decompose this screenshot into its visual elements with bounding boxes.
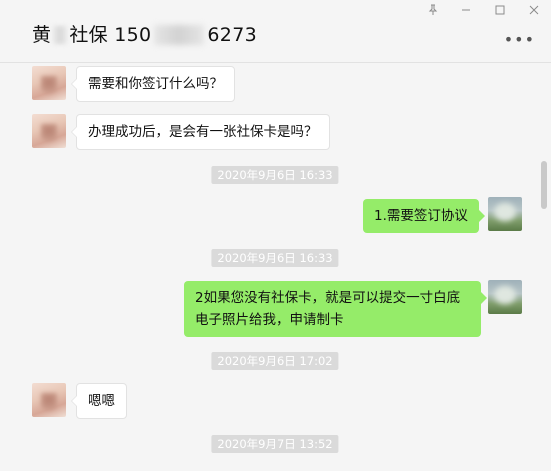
contact-avatar[interactable]: [32, 383, 66, 417]
incoming-message-bubble[interactable]: 嗯嗯: [71, 383, 127, 419]
redacted-blur: [154, 25, 205, 45]
chat-title: 黄社保 150 6273: [32, 20, 257, 47]
contact-avatar[interactable]: [32, 114, 66, 148]
message-timestamp: 2020年9月6日 16:33: [211, 166, 339, 184]
more-options-icon[interactable]: •••: [504, 30, 535, 49]
minimize-icon[interactable]: [449, 0, 483, 20]
close-icon[interactable]: [517, 0, 551, 20]
my-avatar[interactable]: [488, 197, 522, 231]
message-timestamp: 2020年9月7日 13:52: [211, 435, 339, 453]
message-timestamp: 2020年9月6日 16:33: [211, 249, 339, 267]
outgoing-message-bubble[interactable]: 1.需要签订协议: [363, 199, 485, 233]
chat-title-suffix: 6273: [207, 24, 257, 46]
maximize-icon[interactable]: [483, 0, 517, 20]
message-timestamp: 2020年9月6日 17:02: [211, 352, 339, 370]
redacted-blur: [53, 26, 68, 44]
title-bar: 黄社保 150 6273 •••: [0, 0, 551, 63]
my-avatar[interactable]: [488, 280, 522, 314]
scrollbar-thumb[interactable]: [541, 161, 547, 209]
outgoing-message-bubble[interactable]: 2如果您没有社保卡，就是可以提交一寸白底电子照片给我，申请制卡: [184, 281, 487, 337]
chat-title-prefix: 黄: [32, 24, 52, 46]
incoming-message-bubble[interactable]: 需要和你签订什么吗？: [71, 66, 235, 102]
contact-avatar[interactable]: [32, 66, 66, 100]
incoming-message-bubble[interactable]: 办理成功后，是会有一张社保卡是吗？: [71, 114, 330, 150]
chat-title-mid: 社保 150: [69, 24, 152, 46]
chat-message-area[interactable]: 需要和你签订什么吗？ 办理成功后，是会有一张社保卡是吗？ 2020年9月6日 1…: [0, 63, 551, 471]
pin-icon[interactable]: [416, 0, 450, 20]
